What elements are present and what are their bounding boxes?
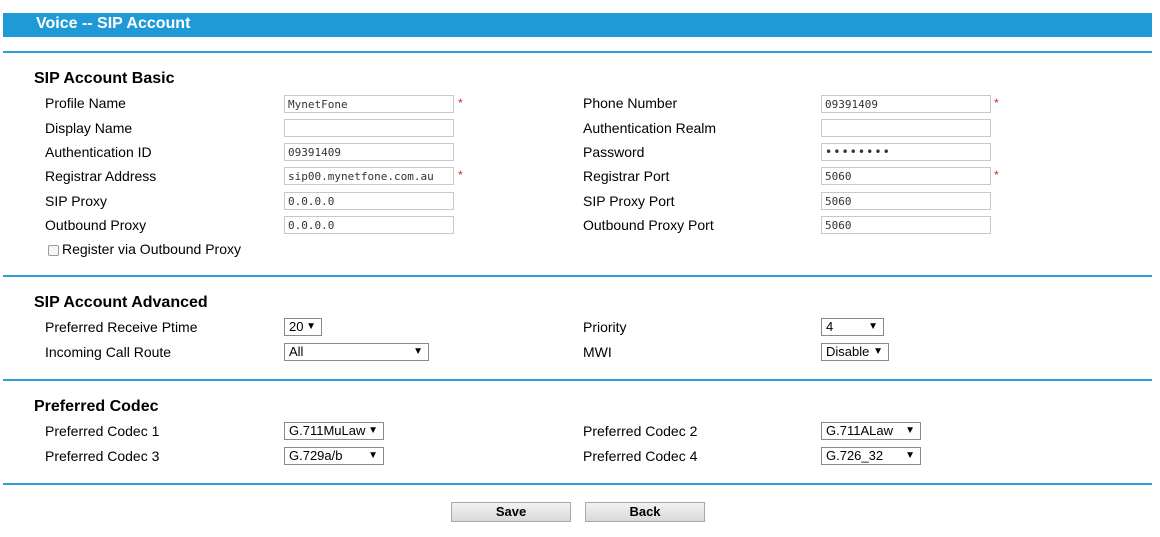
- codec3-select[interactable]: G.729a/b ▼: [284, 447, 384, 465]
- codec3-value: G.729a/b: [289, 448, 343, 463]
- outbound-proxy-label: Outbound Proxy: [45, 217, 147, 233]
- priority-select[interactable]: 4 ▼: [821, 318, 884, 336]
- divider: [3, 483, 1152, 485]
- section-title-advanced: SIP Account Advanced: [34, 294, 208, 311]
- save-button[interactable]: Save: [451, 502, 571, 522]
- priority-label: Priority: [583, 319, 627, 335]
- divider: [3, 275, 1152, 277]
- back-button[interactable]: Back: [585, 502, 705, 522]
- required-mark: *: [458, 168, 463, 182]
- phone-number-label: Phone Number: [583, 95, 678, 111]
- register-via-outbound-label: Register via Outbound Proxy: [62, 241, 241, 257]
- codec2-label: Preferred Codec 2: [583, 423, 698, 439]
- mwi-select[interactable]: Disable ▼: [821, 343, 889, 361]
- auth-id-input[interactable]: [284, 143, 454, 161]
- codec1-value: G.711MuLaw: [289, 423, 366, 438]
- display-name-label: Display Name: [45, 120, 133, 136]
- required-mark: *: [994, 168, 999, 182]
- registrar-address-input[interactable]: [284, 167, 454, 185]
- section-title-codec: Preferred Codec: [34, 398, 159, 415]
- receive-ptime-select[interactable]: 20 ▼: [284, 318, 322, 336]
- profile-name-label: Profile Name: [45, 95, 126, 111]
- codec4-select[interactable]: G.726_32 ▼: [821, 447, 921, 465]
- sip-proxy-label: SIP Proxy: [45, 193, 107, 209]
- codec4-value: G.726_32: [826, 448, 884, 463]
- password-input[interactable]: [821, 143, 991, 161]
- priority-value: 4: [826, 319, 834, 334]
- codec2-value: G.711ALaw: [826, 423, 893, 438]
- phone-number-input[interactable]: [821, 95, 991, 113]
- chevron-down-icon: ▼: [905, 425, 915, 436]
- chevron-down-icon: ▼: [368, 425, 378, 436]
- incoming-route-value: All: [289, 344, 304, 359]
- divider: [3, 51, 1152, 53]
- chevron-down-icon: ▼: [368, 450, 378, 461]
- auth-realm-label: Authentication Realm: [583, 120, 717, 136]
- profile-name-input[interactable]: [284, 95, 454, 113]
- registrar-address-label: Registrar Address: [45, 168, 157, 184]
- sip-proxy-port-label: SIP Proxy Port: [583, 193, 675, 209]
- chevron-down-icon: ▼: [306, 321, 316, 332]
- auth-id-label: Authentication ID: [45, 144, 152, 160]
- display-name-input[interactable]: [284, 119, 454, 137]
- chevron-down-icon: ▼: [413, 346, 423, 357]
- outbound-proxy-port-input[interactable]: [821, 216, 991, 234]
- outbound-proxy-port-label: Outbound Proxy Port: [583, 217, 714, 233]
- registrar-port-input[interactable]: [821, 167, 991, 185]
- page-title: Voice -- SIP Account: [3, 13, 1152, 37]
- required-mark: *: [458, 96, 463, 110]
- sip-proxy-port-input[interactable]: [821, 192, 991, 210]
- password-label: Password: [583, 144, 645, 160]
- incoming-route-label: Incoming Call Route: [45, 344, 172, 360]
- sip-proxy-input[interactable]: [284, 192, 454, 210]
- chevron-down-icon: ▼: [873, 346, 883, 357]
- codec4-label: Preferred Codec 4: [583, 448, 698, 464]
- chevron-down-icon: ▼: [868, 321, 878, 332]
- auth-realm-input[interactable]: [821, 119, 991, 137]
- registrar-port-label: Registrar Port: [583, 168, 670, 184]
- section-title-basic: SIP Account Basic: [34, 70, 175, 87]
- required-mark: *: [994, 96, 999, 110]
- incoming-route-select[interactable]: All ▼: [284, 343, 429, 361]
- divider: [3, 379, 1152, 381]
- codec3-label: Preferred Codec 3: [45, 448, 160, 464]
- codec2-select[interactable]: G.711ALaw ▼: [821, 422, 921, 440]
- mwi-label: MWI: [583, 344, 612, 360]
- codec1-select[interactable]: G.711MuLaw ▼: [284, 422, 384, 440]
- receive-ptime-value: 20: [289, 319, 304, 334]
- outbound-proxy-input[interactable]: [284, 216, 454, 234]
- mwi-value: Disable: [826, 344, 870, 359]
- register-via-outbound-checkbox[interactable]: [48, 245, 59, 256]
- codec1-label: Preferred Codec 1: [45, 423, 160, 439]
- chevron-down-icon: ▼: [905, 450, 915, 461]
- receive-ptime-label: Preferred Receive Ptime: [45, 319, 198, 335]
